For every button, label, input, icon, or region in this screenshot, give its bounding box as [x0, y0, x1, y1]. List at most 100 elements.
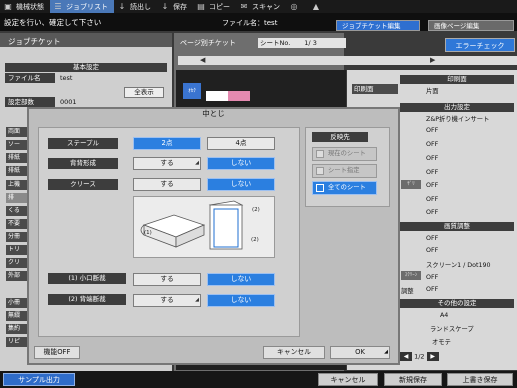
output-row[interactable]: OFF: [426, 169, 438, 176]
left-item-2[interactable]: 排紙: [6, 153, 28, 163]
settings-row: 設定部数 0001: [5, 97, 167, 107]
adjust-label: 調整: [401, 288, 414, 295]
spine-off-button[interactable]: しない: [207, 157, 275, 170]
dialog-cancel-button[interactable]: キャンセル: [263, 346, 325, 359]
tab-image-page-edit[interactable]: 画像ページ編集: [428, 20, 514, 31]
fore-edge-trim-off-button[interactable]: しない: [207, 273, 275, 286]
output-row[interactable]: OFF: [426, 141, 438, 148]
left-item-13[interactable]: 無綴: [6, 311, 28, 321]
output-row[interactable]: OFF: [426, 209, 438, 216]
staple-4point-button[interactable]: 4点: [207, 137, 275, 150]
fore-edge-trim-label: (1) 小口断裁: [48, 273, 126, 284]
overwrite-save-button[interactable]: 上書き保存: [447, 373, 513, 386]
output-row[interactable]: Z&P折り機インサート: [426, 114, 489, 123]
spine-edge-trim-on-button[interactable]: する ◢: [133, 294, 201, 307]
output-row[interactable]: OFF: [426, 196, 438, 203]
filename-value: test: [60, 74, 73, 82]
left-item-7[interactable]: 不要: [6, 219, 28, 229]
prev-page-icon[interactable]: ◀: [400, 352, 412, 361]
other-row[interactable]: A4: [440, 312, 448, 319]
sheet-number-field[interactable]: シートNo. 1/ 3: [258, 38, 346, 48]
checkbox-icon: [316, 150, 324, 158]
tab-job-ticket-edit[interactable]: ジョブチケット編集: [336, 20, 420, 31]
status-icon: ▲: [312, 2, 320, 11]
left-item-6[interactable]: くる: [6, 206, 28, 216]
left-item-11[interactable]: 外部: [6, 271, 28, 281]
left-item-1[interactable]: ソー: [6, 140, 28, 150]
other-row[interactable]: オモテ: [432, 337, 451, 346]
spine-on-button[interactable]: する ◢: [133, 157, 201, 170]
function-off-button[interactable]: 機能OFF: [34, 346, 80, 359]
menu-network[interactable]: ◎: [286, 0, 308, 13]
trim2-on-label: する: [160, 296, 174, 304]
corner-mark-icon: ◢: [195, 297, 199, 303]
image-row[interactable]: OFF: [426, 286, 438, 293]
scroll-left-icon[interactable]: ◀: [200, 56, 205, 64]
right-tag-1[interactable]: ｽｸﾘｰﾝ: [401, 271, 421, 280]
left-item-15[interactable]: リピ: [6, 337, 28, 347]
cancel-button[interactable]: キャンセル: [318, 373, 378, 386]
page-nav: ◀ 1/2 ▶: [400, 352, 439, 361]
sample-output-button[interactable]: サンプル出力: [3, 373, 75, 386]
image-row[interactable]: OFF: [426, 247, 438, 254]
other-row[interactable]: ランドスケープ: [430, 324, 474, 333]
checkbox-icon: [316, 167, 324, 175]
illustration-label-2: (2): [252, 207, 260, 213]
thumbnail-scrollbar[interactable]: [178, 56, 517, 65]
menu-scan[interactable]: ✉ スキャン: [236, 0, 286, 13]
left-item-12[interactable]: 小冊: [6, 298, 28, 308]
left-item-10[interactable]: クリ: [6, 258, 28, 268]
sheet-no-value: 1/ 3: [304, 39, 317, 47]
status-message: 設定を行い、確定して下さい: [4, 18, 102, 27]
menu-save[interactable]: ↓ 保存: [157, 0, 193, 13]
spine-edge-trim-off-button[interactable]: しない: [207, 294, 275, 307]
output-settings-header: 出力設定: [400, 103, 514, 112]
error-check-button[interactable]: エラーチェック: [445, 38, 515, 52]
menu-job-list[interactable]: ☰ ジョブリスト: [50, 0, 114, 13]
crease-on-button[interactable]: する: [133, 178, 201, 191]
ok-label: OK: [355, 348, 365, 356]
left-item-3[interactable]: 排紙: [6, 166, 28, 176]
illustration-label-1: (1): [144, 230, 152, 236]
apply-current-sheet[interactable]: 現在のシート: [312, 147, 377, 161]
sheet-no-label: シートNo.: [260, 39, 291, 47]
menu-read[interactable]: ↓ 読出し: [114, 0, 157, 13]
page-thumbnail[interactable]: [206, 91, 250, 101]
new-save-button[interactable]: 新規保存: [384, 373, 442, 386]
crease-label: クリース: [48, 179, 118, 190]
menu-machine-status[interactable]: ▣ 機械状態: [0, 0, 50, 13]
basic-settings-header: 基本設定: [5, 63, 167, 72]
left-item-14[interactable]: 集約: [6, 324, 28, 334]
illustration-label-3: (2): [251, 237, 259, 243]
thumbnail-tag[interactable]: ｵｶｸ: [183, 83, 201, 99]
image-row[interactable]: OFF: [426, 274, 438, 281]
print-side-label: 印刷面: [352, 84, 398, 94]
print-side-value: 片面: [426, 88, 439, 95]
image-row[interactable]: スクリーン1 / Dot190: [426, 260, 491, 269]
crease-off-button[interactable]: しない: [207, 178, 275, 191]
fore-edge-trim-on-button[interactable]: する: [133, 273, 201, 286]
output-row[interactable]: OFF: [426, 155, 438, 162]
menu-copy[interactable]: ▤ コピー: [193, 0, 236, 13]
apply-all-sheets[interactable]: 全てのシート: [312, 181, 377, 195]
show-all-button[interactable]: 全表示: [124, 87, 164, 98]
job-list-icon: ☰: [54, 2, 62, 11]
dialog-ok-button[interactable]: OK ◢: [330, 346, 390, 359]
output-row[interactable]: OFF: [426, 182, 438, 189]
menu-status[interactable]: ▲: [308, 0, 330, 13]
left-item-0[interactable]: 両面: [6, 127, 28, 137]
left-item-5[interactable]: 排: [6, 193, 28, 203]
settings-label: 設定部数: [5, 97, 55, 107]
apply-specified-sheet[interactable]: シート指定: [312, 164, 377, 178]
scroll-right-icon[interactable]: ▶: [430, 56, 435, 64]
apply-to-title: 反映先: [312, 132, 368, 142]
right-tag-0[interactable]: ｻﾞﾘ: [401, 180, 421, 189]
left-item-8[interactable]: 分冊: [6, 232, 28, 242]
staple-2point-button[interactable]: 2点: [133, 137, 201, 150]
left-item-4[interactable]: 上機: [6, 180, 28, 190]
left-item-9[interactable]: トリ: [6, 245, 28, 255]
filename-display: ファイル名：test: [222, 19, 278, 27]
next-page-icon[interactable]: ▶: [426, 352, 439, 361]
output-row[interactable]: OFF: [426, 127, 438, 134]
image-row[interactable]: OFF: [426, 235, 438, 242]
